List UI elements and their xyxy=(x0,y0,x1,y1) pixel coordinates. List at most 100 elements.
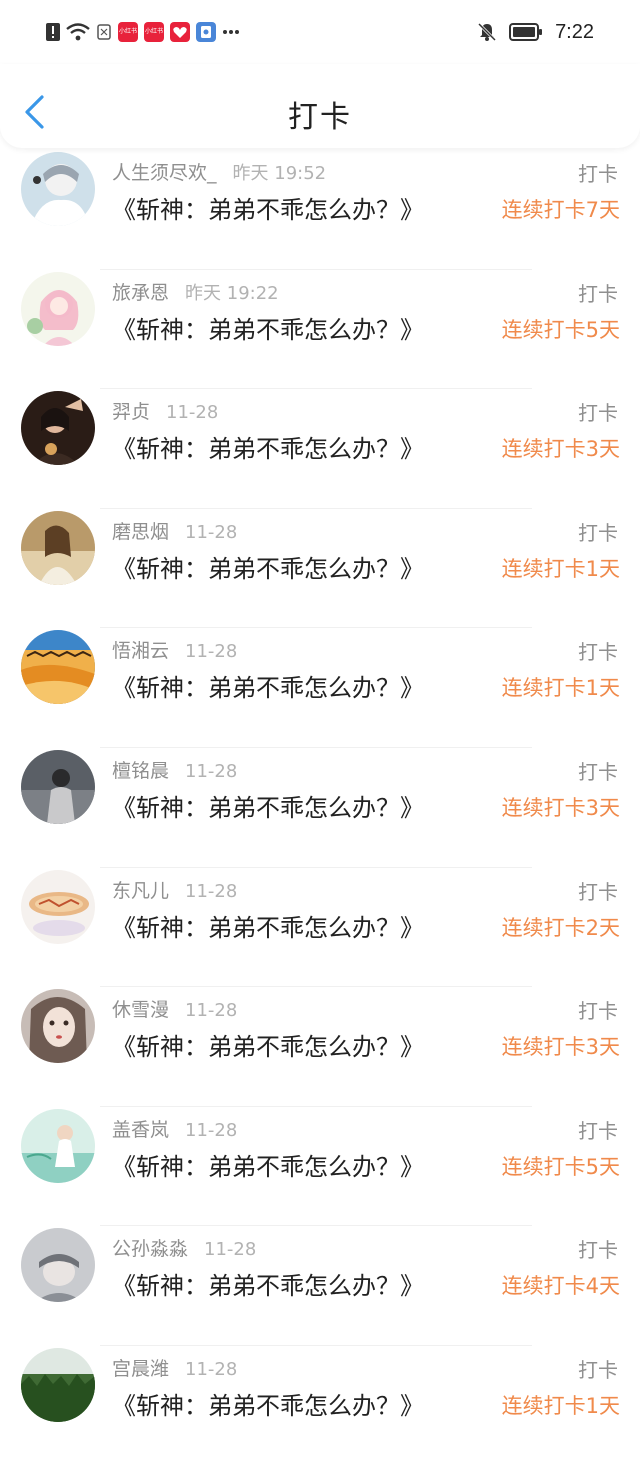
status-bar: 小红书 小红书 7:22 xyxy=(0,0,640,64)
avatar[interactable] xyxy=(21,1228,95,1303)
checkin-time: 11-28 xyxy=(204,1239,257,1261)
checkin-label: 打卡 xyxy=(578,1238,618,1263)
checkin-label: 打卡 xyxy=(578,640,618,665)
checkin-time: 11-28 xyxy=(185,760,238,782)
streak-badge: 连续打卡2天 xyxy=(501,915,620,940)
streak-badge: 连续打卡3天 xyxy=(501,437,620,462)
checkin-time: 昨天 19:22 xyxy=(185,282,279,304)
list-item[interactable]: 公孙淼淼 11-28 《斩神：弟弟不乖怎么办？》 打卡 连续打卡4天 xyxy=(0,1226,640,1346)
avatar[interactable] xyxy=(21,989,95,1064)
clock: 7:22 xyxy=(555,20,594,43)
avatar[interactable] xyxy=(21,271,95,346)
checkin-time: 11-28 xyxy=(185,1000,238,1022)
streak-badge: 连续打卡4天 xyxy=(501,1274,620,1299)
streak-badge: 连续打卡5天 xyxy=(501,1154,620,1179)
list-item[interactable]: 宫晨潍 11-28 《斩神：弟弟不乖怎么办？》 打卡 连续打卡1天 xyxy=(0,1346,640,1466)
streak-badge: 连续打卡1天 xyxy=(501,676,620,701)
book-title[interactable]: 《斩神：弟弟不乖怎么办？》 xyxy=(112,190,424,225)
user-meta: 檀铭晨 11-28 xyxy=(112,756,237,783)
book-title[interactable]: 《斩神：弟弟不乖怎么办？》 xyxy=(112,310,424,345)
avatar[interactable] xyxy=(21,510,95,585)
user-meta: 人生须尽欢_ 昨天 19:52 xyxy=(112,158,326,185)
book-title[interactable]: 《斩神：弟弟不乖怎么办？》 xyxy=(112,908,424,943)
book-title[interactable]: 《斩神：弟弟不乖怎么办？》 xyxy=(112,1266,424,1301)
battery-icon xyxy=(509,23,543,41)
streak-badge: 连续打卡1天 xyxy=(501,1393,620,1418)
checkin-time: 11-28 xyxy=(185,880,238,902)
checkin-label: 打卡 xyxy=(578,281,618,306)
user-meta: 羿贞 11-28 xyxy=(112,397,218,424)
avatar[interactable] xyxy=(21,1347,95,1422)
user-meta: 盖香岚 11-28 xyxy=(112,1115,237,1142)
gift-app-icon xyxy=(170,22,190,42)
checkin-label: 打卡 xyxy=(578,1118,618,1143)
checkin-time: 11-28 xyxy=(166,402,219,424)
user-meta: 公孙淼淼 11-28 xyxy=(112,1234,256,1261)
user-meta: 东凡儿 11-28 xyxy=(112,876,237,903)
checkin-time: 11-28 xyxy=(185,521,238,543)
username[interactable]: 旅承恩 xyxy=(112,282,169,304)
streak-badge: 连续打卡3天 xyxy=(501,795,620,820)
checkin-label: 打卡 xyxy=(578,1357,618,1382)
avatar[interactable] xyxy=(21,869,95,944)
avatar[interactable] xyxy=(21,152,95,226)
username[interactable]: 悟湘云 xyxy=(112,640,169,662)
checkin-label: 打卡 xyxy=(578,759,618,784)
book-title[interactable]: 《斩神：弟弟不乖怎么办？》 xyxy=(112,1386,424,1421)
list-item[interactable]: 休雪漫 11-28 《斩神：弟弟不乖怎么办？》 打卡 连续打卡3天 xyxy=(0,987,640,1107)
streak-badge: 连续打卡3天 xyxy=(501,1035,620,1060)
checkin-time: 昨天 19:52 xyxy=(232,163,327,184)
checkin-label: 打卡 xyxy=(578,162,618,186)
list-item[interactable]: 悟湘云 11-28 《斩神：弟弟不乖怎么办？》 打卡 连续打卡1天 xyxy=(0,628,640,748)
username[interactable]: 盖香岚 xyxy=(112,1119,169,1141)
page-title: 打卡 xyxy=(288,100,352,135)
user-meta: 休雪漫 11-28 xyxy=(112,995,237,1022)
username[interactable]: 宫晨潍 xyxy=(112,1358,169,1380)
list-item[interactable]: 旅承恩 昨天 19:22 《斩神：弟弟不乖怎么办？》 打卡 连续打卡5天 xyxy=(0,270,640,390)
user-meta: 旅承恩 昨天 19:22 xyxy=(112,278,279,305)
book-title[interactable]: 《斩神：弟弟不乖怎么办？》 xyxy=(112,668,424,703)
vibrate-icon xyxy=(97,24,111,40)
book-title[interactable]: 《斩神：弟弟不乖怎么办？》 xyxy=(112,1027,424,1062)
avatar[interactable] xyxy=(21,391,95,466)
list-item[interactable]: 檀铭晨 11-28 《斩神：弟弟不乖怎么办？》 打卡 连续打卡3天 xyxy=(0,748,640,868)
bell-muted-icon xyxy=(478,22,497,42)
user-meta: 磨思烟 11-28 xyxy=(112,517,237,544)
app-header: 打卡 xyxy=(0,64,640,148)
username[interactable]: 人生须尽欢_ xyxy=(112,162,217,184)
list-item[interactable]: 磨思烟 11-28 《斩神：弟弟不乖怎么办？》 打卡 连续打卡1天 xyxy=(0,509,640,629)
list-item[interactable]: 东凡儿 11-28 《斩神：弟弟不乖怎么办？》 打卡 连续打卡2天 xyxy=(0,868,640,988)
book-title[interactable]: 《斩神：弟弟不乖怎么办？》 xyxy=(112,1147,424,1182)
username[interactable]: 磨思烟 xyxy=(112,521,169,543)
username[interactable]: 东凡儿 xyxy=(112,880,169,902)
avatar[interactable] xyxy=(21,1108,95,1183)
checkin-label: 打卡 xyxy=(578,879,618,904)
streak-badge: 连续打卡1天 xyxy=(501,556,620,581)
streak-badge: 连续打卡7天 xyxy=(501,198,620,222)
book-title[interactable]: 《斩神：弟弟不乖怎么办？》 xyxy=(112,429,424,464)
username[interactable]: 休雪漫 xyxy=(112,999,169,1021)
clipboard-app-icon xyxy=(196,22,216,42)
wifi-icon xyxy=(66,23,90,41)
book-title[interactable]: 《斩神：弟弟不乖怎么办？》 xyxy=(112,788,424,823)
more-dots-icon xyxy=(223,30,239,34)
alert-icon xyxy=(46,23,60,41)
avatar[interactable] xyxy=(21,630,95,705)
avatar[interactable] xyxy=(21,749,95,824)
checkin-label: 打卡 xyxy=(578,401,618,426)
xiaohongshu-app-icon: 小红书 xyxy=(118,22,138,42)
checkin-label: 打卡 xyxy=(578,999,618,1024)
user-meta: 宫晨潍 11-28 xyxy=(112,1354,237,1381)
username[interactable]: 公孙淼淼 xyxy=(112,1238,188,1260)
list-item[interactable]: 盖香岚 11-28 《斩神：弟弟不乖怎么办？》 打卡 连续打卡5天 xyxy=(0,1107,640,1227)
user-meta: 悟湘云 11-28 xyxy=(112,636,237,663)
checkin-time: 11-28 xyxy=(185,1358,238,1380)
streak-badge: 连续打卡5天 xyxy=(501,317,620,342)
list-item[interactable]: 羿贞 11-28 《斩神：弟弟不乖怎么办？》 打卡 连续打卡3天 xyxy=(0,389,640,509)
checkin-list: 人生须尽欢_ 昨天 19:52 《斩神：弟弟不乖怎么办？》 打卡 连续打卡7天 旅… xyxy=(0,150,640,1466)
list-item[interactable]: 人生须尽欢_ 昨天 19:52 《斩神：弟弟不乖怎么办？》 打卡 连续打卡7天 xyxy=(0,150,640,270)
book-title[interactable]: 《斩神：弟弟不乖怎么办？》 xyxy=(112,549,424,584)
username[interactable]: 檀铭晨 xyxy=(112,760,169,782)
checkin-time: 11-28 xyxy=(185,641,238,663)
username[interactable]: 羿贞 xyxy=(112,401,150,423)
